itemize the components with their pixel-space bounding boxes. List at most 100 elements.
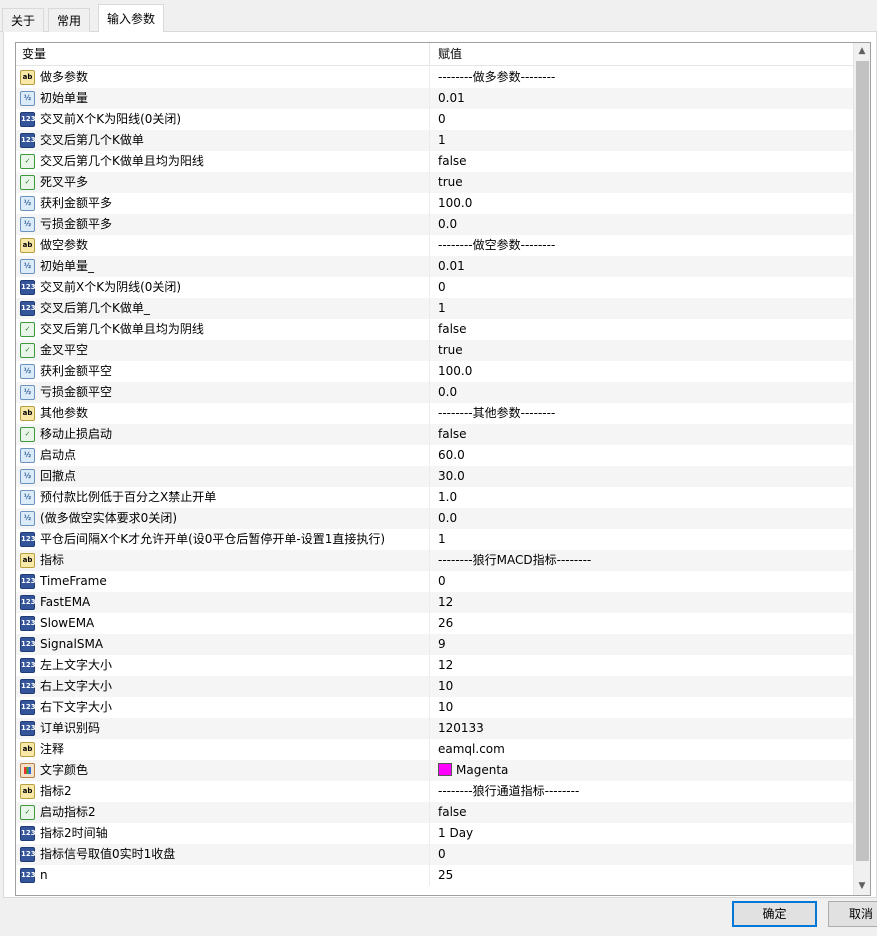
parameter-name: 预付款比例低于百分之X禁止开单 bbox=[16, 487, 430, 508]
parameter-value[interactable]: false bbox=[430, 424, 854, 445]
parameter-row[interactable]: 亏损金额平空 ½ 0.0 bbox=[16, 382, 854, 403]
parameter-value[interactable]: 60.0 bbox=[430, 445, 854, 466]
parameter-value[interactable]: 100.0 bbox=[430, 193, 854, 214]
parameter-row[interactable]: 交叉后第几个K做单_ 123 1 bbox=[16, 298, 854, 319]
parameter-name-text: 指标信号取值0实时1收盘 bbox=[40, 847, 176, 861]
parameter-name-text: 左上文字大小 bbox=[40, 658, 113, 672]
parameter-row[interactable]: 交叉后第几个K做单且均为阳线 ✓ false bbox=[16, 151, 854, 172]
column-header-value[interactable]: 赋值 bbox=[430, 43, 854, 66]
parameter-row[interactable]: 初始单量_ ½ 0.01 bbox=[16, 256, 854, 277]
parameter-row[interactable]: 注释 ab eamql.com bbox=[16, 739, 854, 760]
cancel-button[interactable]: 取消 bbox=[828, 901, 877, 927]
parameter-row[interactable]: SignalSMA 123 9 bbox=[16, 634, 854, 655]
parameter-row[interactable]: 文字颜色 Magenta bbox=[16, 760, 854, 781]
parameter-row[interactable]: 启动点 ½ 60.0 bbox=[16, 445, 854, 466]
parameter-row[interactable]: 做多参数 ab --------做多参数-------- bbox=[16, 67, 854, 88]
parameter-value[interactable]: 0.0 bbox=[430, 214, 854, 235]
parameter-row[interactable]: 其他参数 ab --------其他参数-------- bbox=[16, 403, 854, 424]
parameter-row[interactable]: 亏损金额平多 ½ 0.0 bbox=[16, 214, 854, 235]
parameter-row[interactable]: 平仓后间隔X个K才允许开单(设0平仓后暂停开单-设置1直接执行) 123 1 bbox=[16, 529, 854, 550]
parameter-row[interactable]: 指标2 ab --------狼行通道指标-------- bbox=[16, 781, 854, 802]
parameter-row[interactable]: 交叉后第几个K做单 123 1 bbox=[16, 130, 854, 151]
parameter-row[interactable]: 获利金额平空 ½ 100.0 bbox=[16, 361, 854, 382]
parameter-value[interactable]: --------做空参数-------- bbox=[430, 235, 854, 256]
parameter-value[interactable]: 0 bbox=[430, 277, 854, 298]
parameter-row[interactable]: 指标 ab --------狼行MACD指标-------- bbox=[16, 550, 854, 571]
parameter-row[interactable]: TimeFrame 123 0 bbox=[16, 571, 854, 592]
parameter-row[interactable]: n 123 25 bbox=[16, 865, 854, 886]
vertical-scrollbar[interactable]: ▲ ▼ bbox=[853, 43, 870, 895]
boolean-type-icon: ✓ bbox=[20, 343, 35, 358]
parameter-value[interactable]: Magenta bbox=[430, 760, 854, 781]
parameter-value[interactable]: 1 Day bbox=[430, 823, 854, 844]
parameter-value[interactable]: false bbox=[430, 802, 854, 823]
parameter-name: 注释 bbox=[16, 739, 430, 760]
parameter-value[interactable]: 0.0 bbox=[430, 382, 854, 403]
parameter-row[interactable]: (做多做空实体要求0关闭) ½ 0.0 bbox=[16, 508, 854, 529]
parameter-value[interactable]: true bbox=[430, 340, 854, 361]
parameter-row[interactable]: 左上文字大小 123 12 bbox=[16, 655, 854, 676]
parameter-value[interactable]: --------做多参数-------- bbox=[430, 67, 854, 88]
parameter-value[interactable]: 12 bbox=[430, 592, 854, 613]
parameter-row[interactable]: 交叉前X个K为阳线(0关闭) 123 0 bbox=[16, 109, 854, 130]
parameter-row[interactable]: SlowEMA 123 26 bbox=[16, 613, 854, 634]
parameter-value[interactable]: 10 bbox=[430, 697, 854, 718]
parameter-value[interactable]: 0.01 bbox=[430, 256, 854, 277]
parameter-row[interactable]: 初始单量 ½ 0.01 bbox=[16, 88, 854, 109]
parameter-value[interactable]: --------狼行MACD指标-------- bbox=[430, 550, 854, 571]
parameter-row[interactable]: 回撤点 ½ 30.0 bbox=[16, 466, 854, 487]
parameter-value[interactable]: false bbox=[430, 319, 854, 340]
scroll-up-arrow-icon[interactable]: ▲ bbox=[854, 43, 870, 60]
parameter-value[interactable]: 0 bbox=[430, 109, 854, 130]
parameter-value[interactable]: 1 bbox=[430, 130, 854, 151]
parameter-row[interactable]: FastEMA 123 12 bbox=[16, 592, 854, 613]
parameter-value[interactable]: --------其他参数-------- bbox=[430, 403, 854, 424]
parameter-value[interactable]: 0 bbox=[430, 844, 854, 865]
parameter-value-text: 12 bbox=[438, 595, 454, 609]
parameter-row[interactable]: 右上文字大小 123 10 bbox=[16, 676, 854, 697]
parameter-row[interactable]: 预付款比例低于百分之X禁止开单 ½ 1.0 bbox=[16, 487, 854, 508]
parameter-row[interactable]: 死叉平多 ✓ true bbox=[16, 172, 854, 193]
scroll-down-arrow-icon[interactable]: ▼ bbox=[854, 878, 870, 895]
parameter-value[interactable]: 0 bbox=[430, 571, 854, 592]
parameter-value[interactable]: eamql.com bbox=[430, 739, 854, 760]
tab-common[interactable]: 常用 bbox=[48, 8, 91, 32]
parameter-value[interactable]: 10 bbox=[430, 676, 854, 697]
column-header-variable[interactable]: 变量 bbox=[16, 43, 430, 66]
parameter-value[interactable]: 1.0 bbox=[430, 487, 854, 508]
tab-inputs[interactable]: 输入参数 bbox=[98, 4, 165, 33]
parameter-row[interactable]: 启动指标2 ✓ false bbox=[16, 802, 854, 823]
parameter-name: 指标信号取值0实时1收盘 bbox=[16, 844, 430, 865]
parameter-value[interactable]: 25 bbox=[430, 865, 854, 886]
scroll-thumb[interactable] bbox=[856, 61, 869, 861]
parameter-name: SlowEMA bbox=[16, 613, 430, 634]
parameter-row[interactable]: 移动止损启动 ✓ false bbox=[16, 424, 854, 445]
parameter-value[interactable]: 1 bbox=[430, 529, 854, 550]
parameter-value[interactable]: 26 bbox=[430, 613, 854, 634]
parameter-name: 初始单量 bbox=[16, 88, 430, 109]
parameter-value[interactable]: false bbox=[430, 151, 854, 172]
parameter-row[interactable]: 交叉后第几个K做单且均为阴线 ✓ false bbox=[16, 319, 854, 340]
parameter-name: (做多做空实体要求0关闭) bbox=[16, 508, 430, 529]
parameter-value[interactable]: 0.0 bbox=[430, 508, 854, 529]
parameter-value[interactable]: 30.0 bbox=[430, 466, 854, 487]
parameter-row[interactable]: 指标信号取值0实时1收盘 123 0 bbox=[16, 844, 854, 865]
parameter-value[interactable]: true bbox=[430, 172, 854, 193]
parameter-row[interactable]: 右下文字大小 123 10 bbox=[16, 697, 854, 718]
parameter-row[interactable]: 做空参数 ab --------做空参数-------- bbox=[16, 235, 854, 256]
parameter-row[interactable]: 金叉平空 ✓ true bbox=[16, 340, 854, 361]
parameter-row[interactable]: 订单识别码 123 120133 bbox=[16, 718, 854, 739]
tab-about[interactable]: 关于 bbox=[2, 8, 45, 32]
parameter-row[interactable]: 交叉前X个K为阴线(0关闭) 123 0 bbox=[16, 277, 854, 298]
parameter-row[interactable]: 获利金额平多 ½ 100.0 bbox=[16, 193, 854, 214]
parameter-name: 做多参数 bbox=[16, 67, 430, 88]
parameter-value[interactable]: 12 bbox=[430, 655, 854, 676]
parameter-value[interactable]: 100.0 bbox=[430, 361, 854, 382]
ok-button[interactable]: 确定 bbox=[732, 901, 817, 927]
parameter-value[interactable]: 9 bbox=[430, 634, 854, 655]
parameter-value[interactable]: 120133 bbox=[430, 718, 854, 739]
parameter-value[interactable]: 1 bbox=[430, 298, 854, 319]
parameter-value[interactable]: 0.01 bbox=[430, 88, 854, 109]
parameter-row[interactable]: 指标2时间轴 123 1 Day bbox=[16, 823, 854, 844]
parameter-value[interactable]: --------狼行通道指标-------- bbox=[430, 781, 854, 802]
